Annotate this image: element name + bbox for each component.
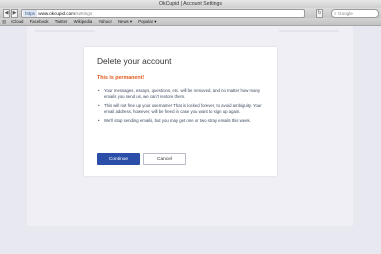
- forward-arrow-icon[interactable]: ▶: [11, 9, 18, 18]
- bullet-icon: •: [98, 103, 100, 109]
- bookmark-yahoo[interactable]: Yahoo!: [98, 18, 111, 25]
- bookmark-facebook[interactable]: Facebook: [30, 18, 49, 25]
- back-arrow-icon[interactable]: ◀: [3, 9, 10, 18]
- url-path: /settings: [75, 11, 93, 16]
- reload-icon[interactable]: ↻: [316, 9, 323, 18]
- bullet-icon: •: [98, 118, 100, 124]
- secure-site-badge: https: [23, 10, 37, 17]
- bullet-icon: •: [98, 88, 100, 93]
- cancel-button[interactable]: Cancel: [143, 153, 186, 165]
- dialog-title: Delete your account: [97, 56, 172, 66]
- bookmarks-bar: ▥ iCloud Facebook Twitter Wikipedia Yaho…: [0, 18, 381, 26]
- bookmarks-book-icon[interactable]: ▥: [2, 18, 6, 25]
- ghost-nav: [279, 30, 339, 32]
- delete-account-dialog: Delete your account This is permanent! •…: [84, 47, 277, 176]
- bookmark-icloud[interactable]: iCloud: [11, 18, 23, 25]
- bookmark-twitter[interactable]: Twitter: [55, 18, 68, 25]
- bookmark-news-folder[interactable]: News ▾: [118, 18, 132, 25]
- search-input[interactable]: ⌕ Google: [331, 9, 379, 18]
- list-item: • This will not free up your username! Th…: [98, 103, 262, 114]
- bookmark-wikipedia[interactable]: Wikipedia: [74, 18, 93, 25]
- window-title: OkCupid | Account Settings: [158, 1, 223, 7]
- continue-button[interactable]: Continue: [97, 153, 140, 165]
- list-item: • We'll stop sending emails, but you may …: [98, 118, 251, 124]
- bookmark-popular-folder[interactable]: Popular ▾: [138, 18, 156, 25]
- browser-toolbar: ◀ ▶ https www.okcupid.com/settings ↻ ⌕ Go…: [0, 8, 381, 18]
- window-title-bar: OkCupid | Account Settings: [0, 0, 381, 8]
- ghost-header: [35, 30, 95, 32]
- address-bar[interactable]: https www.okcupid.com/settings: [21, 9, 305, 18]
- consequences-list: • Your messages, essays, questions, etc. …: [97, 88, 269, 127]
- search-placeholder: Google: [338, 11, 353, 16]
- url-host: www.okcupid.com: [38, 11, 76, 16]
- list-item: • Your messages, essays, questions, etc. …: [98, 88, 261, 99]
- permanent-warning: This is permanent!: [97, 75, 145, 81]
